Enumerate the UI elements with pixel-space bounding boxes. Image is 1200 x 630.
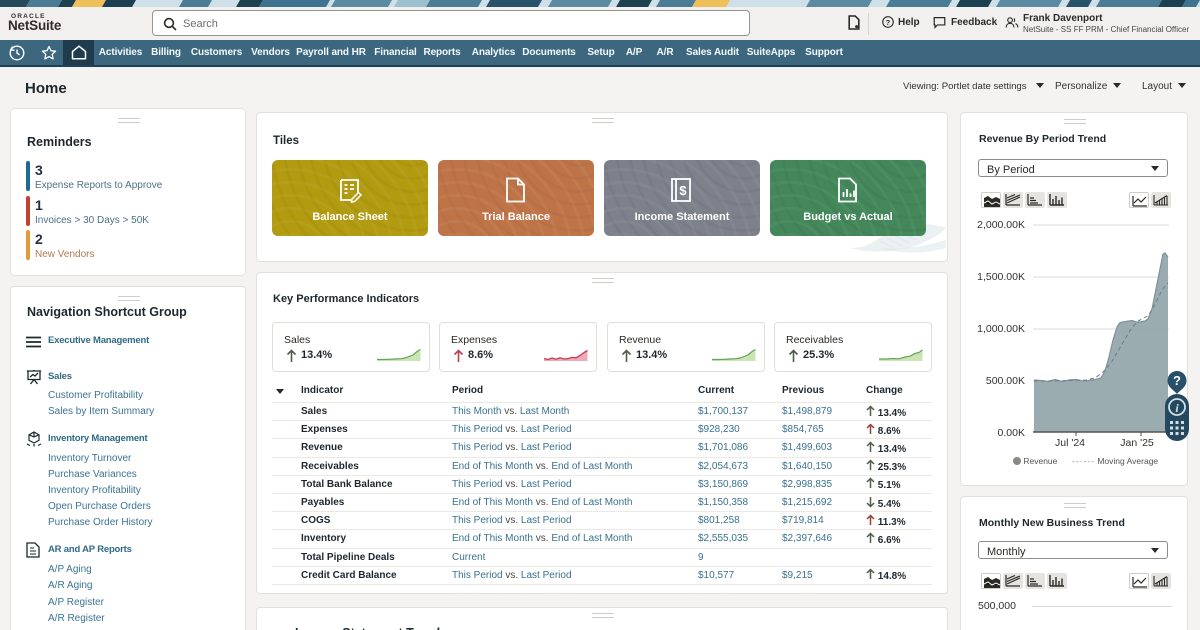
svg-text:?: ? bbox=[886, 18, 891, 27]
svg-text:?: ? bbox=[1173, 373, 1181, 388]
svg-text:$: $ bbox=[679, 183, 687, 198]
